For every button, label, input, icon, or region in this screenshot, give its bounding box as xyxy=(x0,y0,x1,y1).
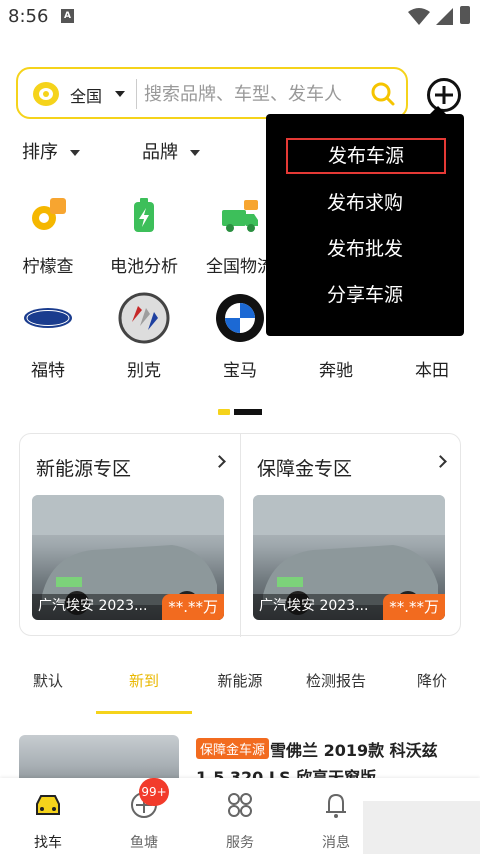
car-model-text: 广汽埃安 2023... xyxy=(259,598,369,614)
brand-label: 本田 xyxy=(415,361,449,381)
truck-icon xyxy=(222,200,258,232)
indicator-dot-active xyxy=(234,409,262,415)
buick-logo-icon xyxy=(118,292,170,344)
status-time: 8:56 xyxy=(8,6,49,27)
tool-battery-analysis[interactable]: 电池分析 xyxy=(96,196,192,277)
publish-menu: 发布车源 发布求购 发布批发 分享车源 xyxy=(266,106,464,336)
tool-label: 柠檬查 xyxy=(22,257,74,277)
status-bar: 8:56 A xyxy=(0,0,480,34)
grid-icon xyxy=(228,793,252,817)
lemon-logo-icon xyxy=(33,82,59,106)
chevron-down-icon xyxy=(190,150,200,156)
ford-logo-icon xyxy=(24,308,72,328)
brand-label: 奔驰 xyxy=(319,361,353,381)
search-input[interactable] xyxy=(144,79,364,109)
tab-price-drop[interactable]: 降价 xyxy=(384,670,480,691)
price-tag: **.**万 xyxy=(162,594,224,620)
unread-badge: 99+ xyxy=(139,778,169,806)
tab-inspection-report[interactable]: 检测报告 xyxy=(288,670,384,691)
tab-new-energy[interactable]: 新能源 xyxy=(192,670,288,691)
zone-section: 新能源专区 广汽埃安 2023... **.**万 保障金专区 广汽埃安 202… xyxy=(19,433,461,637)
indicator-dot xyxy=(218,409,230,415)
car-model-text: 广汽埃安 2023... xyxy=(38,598,148,614)
zone-title: 保障金专区 xyxy=(257,458,353,480)
car-photo: 广汽埃安 2023... **.**万 xyxy=(253,495,445,620)
tool-lemon-check[interactable]: 柠檬查 xyxy=(0,196,96,277)
chevron-down-icon xyxy=(70,150,80,156)
nav-label: 服务 xyxy=(226,835,254,851)
nav-service[interactable]: 服务 xyxy=(192,790,288,852)
region-selector[interactable]: 全国 xyxy=(70,83,102,107)
brand-ford[interactable]: 福特 xyxy=(0,292,96,381)
search-bar: 全国 xyxy=(16,67,408,119)
chevron-right-icon xyxy=(213,455,226,468)
zone-card-guarantee[interactable]: 保障金专区 广汽埃安 2023... **.**万 xyxy=(241,434,461,637)
search-divider xyxy=(136,79,137,109)
region-caret-icon[interactable] xyxy=(115,91,125,97)
nav-label: 鱼塘 xyxy=(130,835,158,851)
nav-label: 找车 xyxy=(34,835,62,851)
price-tag: **.**万 xyxy=(383,594,445,620)
zone-title: 新能源专区 xyxy=(36,458,132,480)
tab-underline xyxy=(96,711,192,714)
brand-buick[interactable]: 别克 xyxy=(96,292,192,381)
wifi-icon xyxy=(408,8,430,25)
car-photo: 广汽埃安 2023... **.**万 xyxy=(32,495,224,620)
tab-new-arrivals[interactable]: 新到 xyxy=(96,670,192,691)
guarantee-badge: 保障金车源 xyxy=(196,738,270,759)
car-icon xyxy=(36,795,60,815)
menu-item-publish-request[interactable]: 发布求购 xyxy=(266,188,464,215)
signal-icon xyxy=(436,8,453,25)
battery-icon xyxy=(134,198,154,232)
tool-label: 电池分析 xyxy=(110,257,178,277)
menu-item-publish-wholesale[interactable]: 发布批发 xyxy=(266,234,464,261)
search-icon[interactable] xyxy=(370,81,396,107)
menu-item-share-car[interactable]: 分享车源 xyxy=(266,280,464,307)
blank-overlay xyxy=(363,801,480,854)
bmw-logo-icon xyxy=(216,294,264,342)
brand-label: 福特 xyxy=(31,361,65,381)
chevron-right-icon xyxy=(434,455,447,468)
zone-card-new-energy[interactable]: 新能源专区 广汽埃安 2023... **.**万 xyxy=(20,434,240,637)
bell-icon xyxy=(326,793,346,818)
lemon-check-icon xyxy=(32,198,66,230)
brand-label: 宝马 xyxy=(223,361,257,381)
sim-icon: A xyxy=(61,9,74,23)
tab-default[interactable]: 默认 xyxy=(0,670,96,691)
nav-find-car[interactable]: 找车 xyxy=(0,790,96,852)
filter-sort[interactable]: 排序 xyxy=(22,138,80,164)
filter-brand[interactable]: 品牌 xyxy=(142,138,200,164)
menu-item-publish-car[interactable]: 发布车源 xyxy=(286,138,446,174)
battery-status-icon xyxy=(460,6,470,24)
list-tabs: 默认 新到 新能源 检测报告 降价 xyxy=(0,664,480,716)
brand-label: 别克 xyxy=(127,361,161,381)
